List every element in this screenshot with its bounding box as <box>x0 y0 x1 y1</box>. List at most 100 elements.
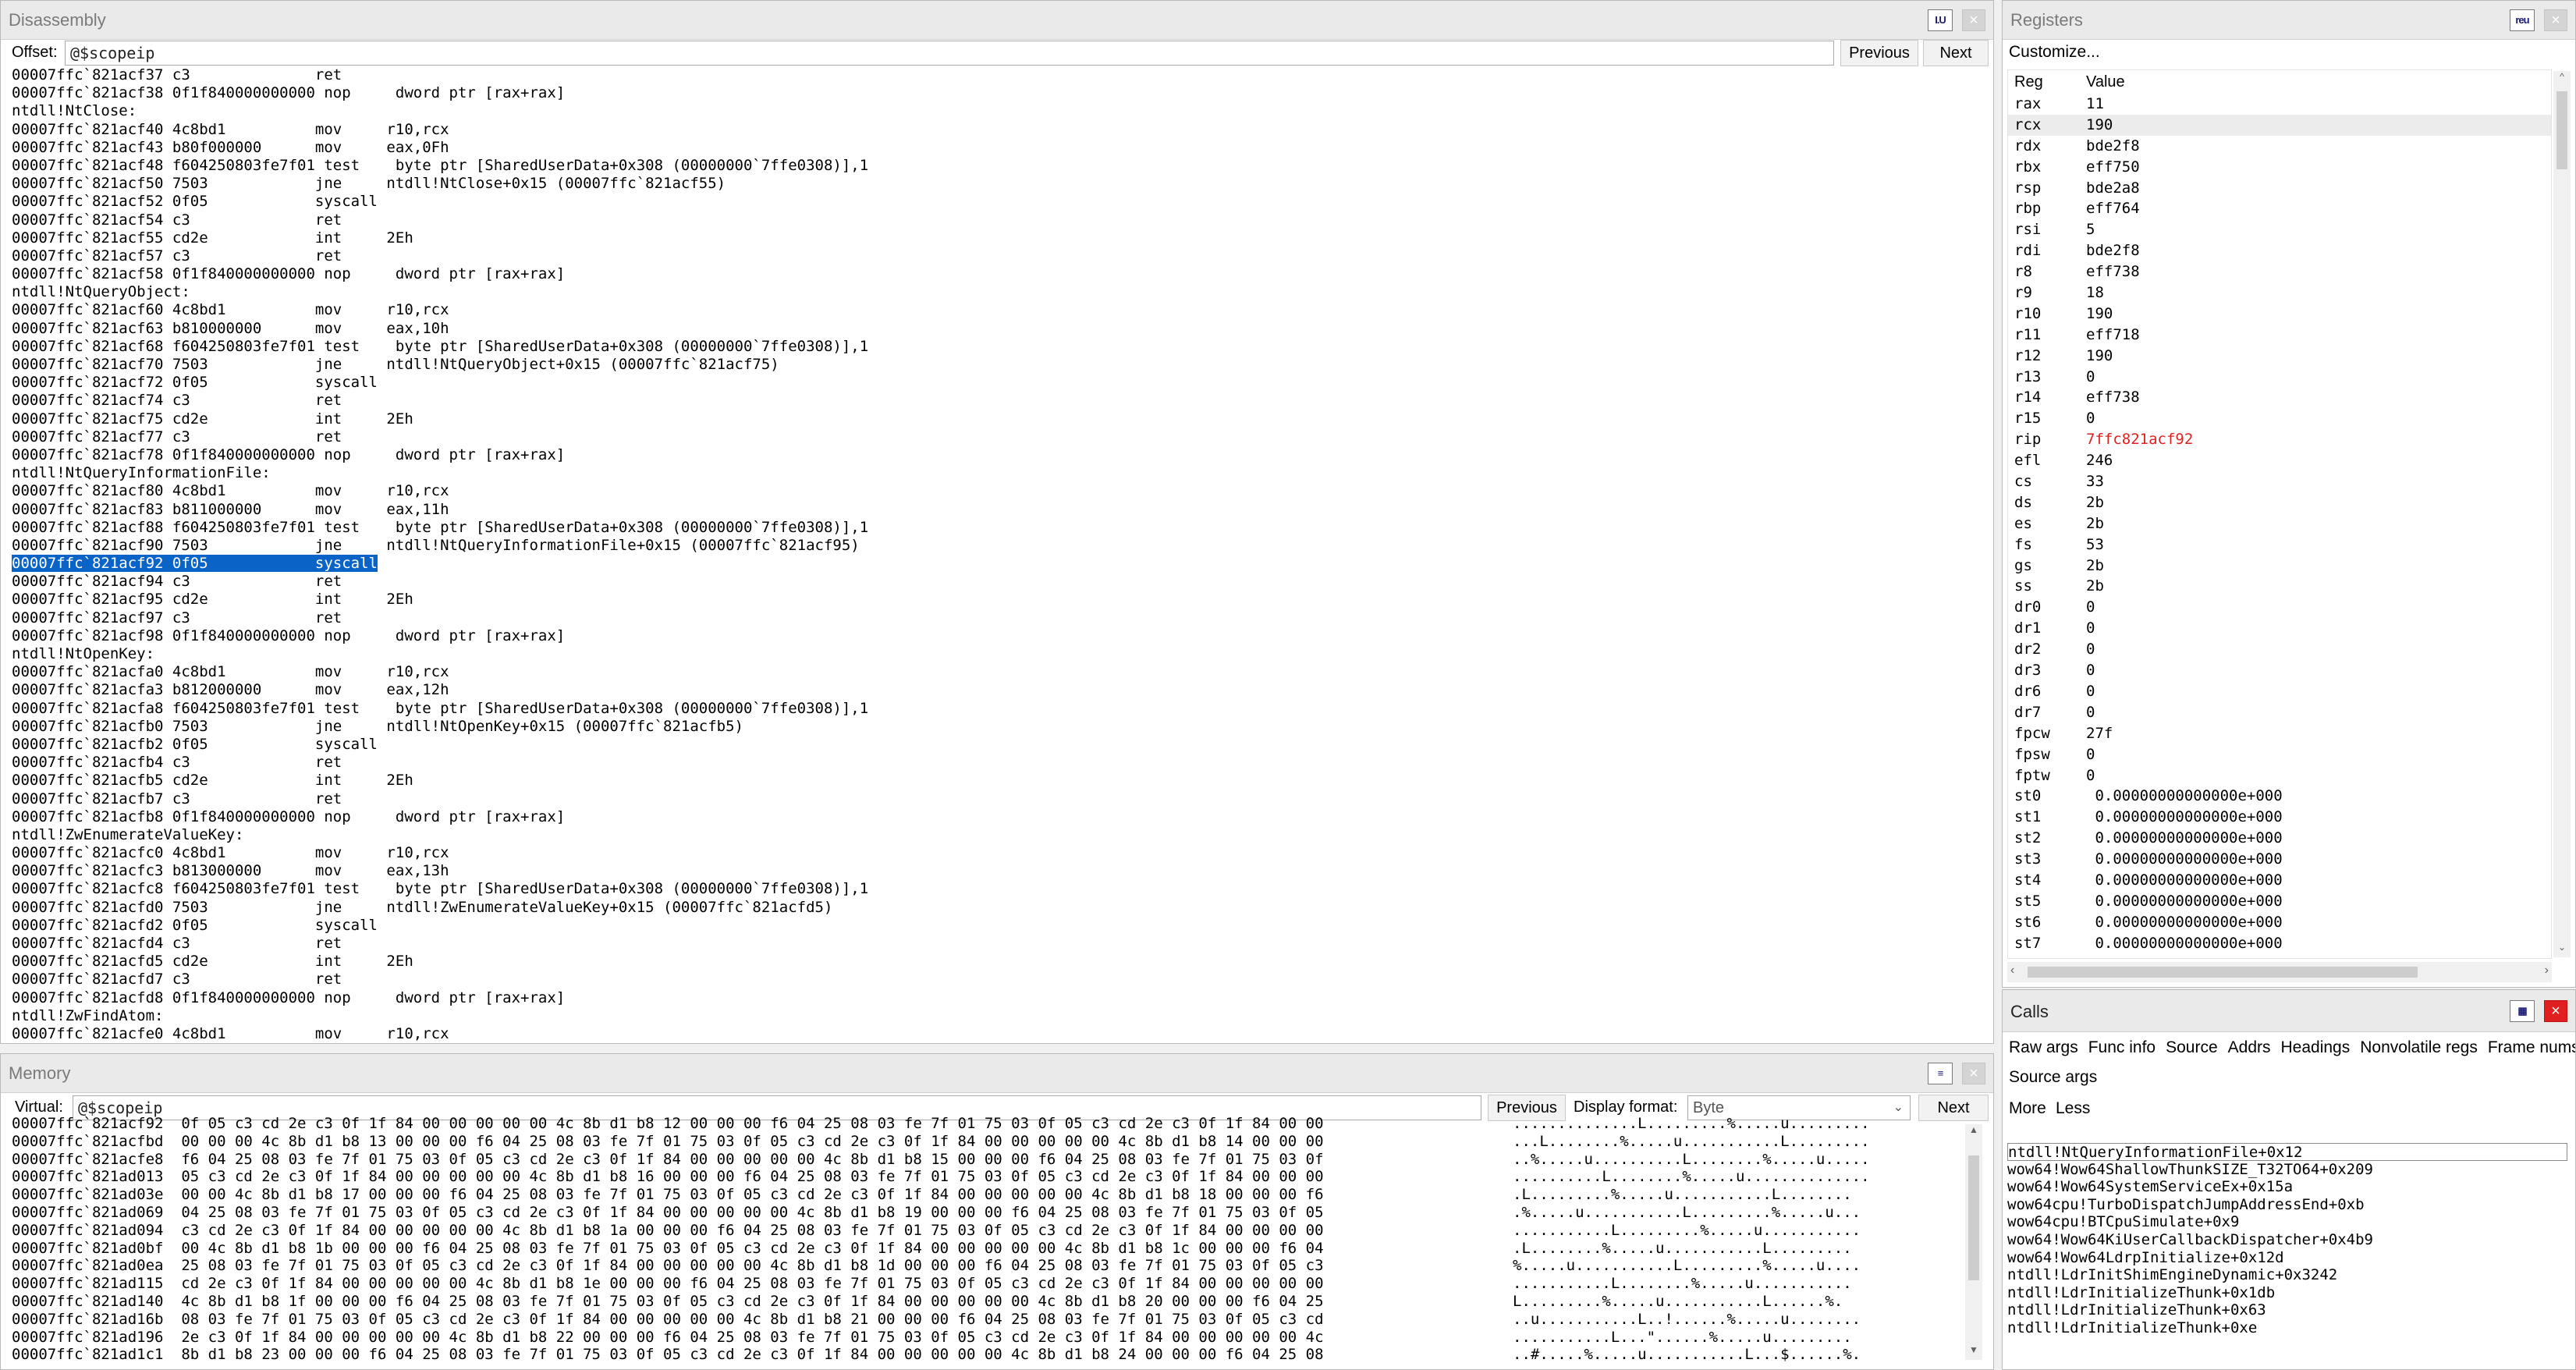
memory-row[interactable]: 00007ffc`821ad140 4c 8b d1 b8 1f 00 00 0… <box>12 1293 1494 1311</box>
register-value[interactable]: 11 <box>2086 94 2104 115</box>
register-value[interactable]: eff718 <box>2086 325 2140 346</box>
disassembly-listing[interactable]: 00007ffc`821acf37 c3 ret 00007ffc`821acf3… <box>12 66 1985 1043</box>
memory-ascii-row[interactable]: .L........%.....u...........L......... <box>1513 1240 1950 1258</box>
memory-scroll-thumb[interactable] <box>1968 1155 1979 1280</box>
symbol-label[interactable]: ntdll!NtOpenKey: <box>12 645 1985 663</box>
disassembly-line[interactable]: 00007ffc`821acf58 0f1f840000000000 nop d… <box>12 265 1985 283</box>
calls-option-addrs[interactable]: Addrs <box>2228 1038 2271 1056</box>
disassembly-line[interactable]: 00007ffc`821acfd4 c3 ret <box>12 935 1985 953</box>
register-row-dr2[interactable]: dr2 0 <box>2008 639 2551 660</box>
register-value[interactable]: 53 <box>2086 534 2104 555</box>
disassembly-line[interactable]: 00007ffc`821acf98 0f1f840000000000 nop d… <box>12 627 1985 645</box>
scroll-left-icon[interactable]: ‹ <box>2010 964 2014 978</box>
register-row-fptw[interactable]: fptw 0 <box>2008 765 2551 786</box>
call-stack-frame[interactable]: wow64!Wow64LdrpInitialize+0x12d <box>2007 1249 2567 1267</box>
register-value[interactable]: 0 <box>2086 367 2095 388</box>
disassembly-line[interactable]: 00007ffc`821acfb0 7503 jne ntdll!NtOpenK… <box>12 718 1985 736</box>
register-value[interactable]: 0 <box>2086 408 2095 429</box>
customize-link[interactable]: Customize... <box>2009 43 2100 62</box>
col-value-header[interactable]: Value <box>2086 73 2125 91</box>
register-value[interactable]: 7ffc821acf92 <box>2086 429 2193 450</box>
memory-ascii-row[interactable]: ...........L.........%.....u........... <box>1513 1222 1950 1240</box>
call-stack-frame[interactable]: wow64cpu!TurboDispatchJumpAddressEnd+0xb <box>2007 1196 2567 1214</box>
register-value[interactable]: 0 <box>2086 765 2095 786</box>
register-row-ss[interactable]: ss 2b <box>2008 576 2551 597</box>
register-value[interactable]: 0.00000000000000e+000 <box>2086 786 2282 807</box>
register-value[interactable]: bde2f8 <box>2086 240 2140 261</box>
memory-ascii-row[interactable]: L.........%.....u...........L......%. <box>1513 1293 1950 1311</box>
previous-button[interactable]: Previous <box>1840 40 1918 66</box>
disassembly-line[interactable]: 00007ffc`821acfc3 b813000000 mov eax,13h <box>12 862 1985 880</box>
memory-row[interactable]: 00007ffc`821ad094 c3 cd 2e c3 0f 1f 84 0… <box>12 1222 1494 1240</box>
more-option[interactable]: More <box>2009 1099 2046 1118</box>
disassembly-line[interactable]: 00007ffc`821acf63 b810000000 mov eax,10h <box>12 320 1985 338</box>
register-row-st2[interactable]: st2 0.00000000000000e+000 <box>2008 828 2551 849</box>
register-value[interactable]: 33 <box>2086 471 2104 492</box>
memory-row[interactable]: 00007ffc`821ad196 2e c3 0f 1f 84 00 00 0… <box>12 1329 1494 1347</box>
memory-ascii-row[interactable]: ...........L........%.....u........... <box>1513 1275 1950 1293</box>
memory-ascii-view[interactable]: ..............L.........%.....u.........… <box>1513 1115 1950 1369</box>
memory-ascii-row[interactable]: ..............L.........%.....u......... <box>1513 1115 1950 1133</box>
register-row-st3[interactable]: st3 0.00000000000000e+000 <box>2008 849 2551 870</box>
memory-ascii-row[interactable]: %.....u...........L.........%.....u.... <box>1513 1257 1950 1275</box>
register-row-rcx[interactable]: rcx 190 <box>2008 114 2551 136</box>
memory-scrollbar[interactable]: ▲ ▼ <box>1965 1124 1982 1360</box>
disassembly-line[interactable]: 00007ffc`821acf55 cd2e int 2Eh <box>12 229 1985 247</box>
calls-option-frame-nums[interactable]: Frame nums <box>2488 1038 2575 1056</box>
memory-row[interactable]: 00007ffc`821ad069 04 25 08 03 fe 7f 01 7… <box>12 1204 1494 1222</box>
register-row-rsi[interactable]: rsi 5 <box>2008 219 2551 240</box>
memory-row[interactable]: 00007ffc`821ad1c1 8b d1 b8 23 00 00 00 f… <box>12 1346 1494 1364</box>
disassembly-line[interactable]: 00007ffc`821acfb2 0f05 syscall <box>12 736 1985 754</box>
disassembly-line[interactable]: 00007ffc`821acfd7 c3 ret <box>12 971 1985 988</box>
close-icon[interactable]: × <box>1962 1063 1985 1084</box>
register-value[interactable]: 190 <box>2086 303 2113 325</box>
memory-ascii-row[interactable]: .L.........%.....u...........L........ <box>1513 1186 1950 1204</box>
registers-hscroll-thumb[interactable] <box>2028 967 2418 978</box>
register-value[interactable]: 0 <box>2086 744 2095 765</box>
disassembly-line[interactable]: 00007ffc`821acf77 c3 ret <box>12 428 1985 446</box>
call-stack-frame[interactable]: ntdll!LdrInitializeThunk+0x1db <box>2007 1284 2567 1302</box>
register-row-fs[interactable]: fs 53 <box>2008 534 2551 555</box>
disassembly-line[interactable]: 00007ffc`821acf74 c3 ret <box>12 392 1985 410</box>
registers-scrollbar[interactable]: ^ ⌄ <box>2553 71 2571 957</box>
disassembly-line[interactable]: 00007ffc`821acfa8 f604250803fe7f01 test … <box>12 700 1985 718</box>
disassembly-line[interactable]: 00007ffc`821acfc0 4c8bd1 mov r10,rcx <box>12 844 1985 862</box>
register-row-dr3[interactable]: dr3 0 <box>2008 660 2551 681</box>
memory-row[interactable]: 00007ffc`821ad0ea 25 08 03 fe 7f 01 75 0… <box>12 1257 1494 1275</box>
scroll-up-icon[interactable]: ^ <box>2553 71 2571 87</box>
register-value[interactable]: 0 <box>2086 618 2095 639</box>
disassembly-line[interactable]: 00007ffc`821acf43 b80f000000 mov eax,0Fh <box>12 139 1985 157</box>
register-row-es[interactable]: es 2b <box>2008 513 2551 534</box>
register-row-ds[interactable]: ds 2b <box>2008 492 2551 513</box>
register-value[interactable]: eff764 <box>2086 198 2140 219</box>
memory-ascii-row[interactable]: ..%.....u..........L........%.....u..... <box>1513 1151 1950 1169</box>
close-icon[interactable]: × <box>2544 9 2567 31</box>
register-row-dr1[interactable]: dr1 0 <box>2008 618 2551 639</box>
memory-ascii-row[interactable]: ..u...........L..!......%.....u........ <box>1513 1311 1950 1329</box>
disassembly-line[interactable]: 00007ffc`821acfd2 0f05 syscall <box>12 917 1985 935</box>
disassembly-line[interactable]: 00007ffc`821acfd5 cd2e int 2Eh <box>12 953 1985 971</box>
register-row-r8[interactable]: r8 eff738 <box>2008 261 2551 282</box>
register-value[interactable]: bde2f8 <box>2086 136 2140 157</box>
disassembly-line[interactable]: 00007ffc`821acf94 c3 ret <box>12 573 1985 591</box>
calls-option-nonvolatile-regs[interactable]: Nonvolatile regs <box>2360 1038 2478 1056</box>
register-row-rbp[interactable]: rbp eff764 <box>2008 198 2551 219</box>
register-value[interactable]: 27f <box>2086 723 2113 744</box>
disassembly-line[interactable]: 00007ffc`821acfd0 7503 jne ntdll!ZwEnume… <box>12 899 1985 917</box>
disassembly-line[interactable]: 00007ffc`821acf72 0f05 syscall <box>12 374 1985 392</box>
register-value[interactable]: 18 <box>2086 282 2104 303</box>
disassembly-line[interactable]: 00007ffc`821acf97 c3 ret <box>12 609 1985 627</box>
symbol-label[interactable]: ntdll!ZwFindAtom: <box>12 1007 1985 1025</box>
register-row-rsp[interactable]: rsp bde2a8 <box>2008 178 2551 199</box>
close-icon[interactable]: × <box>2544 1000 2567 1022</box>
disassembly-line[interactable]: 00007ffc`821acf88 f604250803fe7f01 test … <box>12 519 1985 537</box>
scroll-down-icon[interactable]: ⌄ <box>2553 942 2571 957</box>
memory-row[interactable]: 00007ffc`821acfbd 00 00 00 4c 8b d1 b8 1… <box>12 1133 1494 1151</box>
register-value[interactable]: 2b <box>2086 576 2104 597</box>
register-value[interactable]: 0.00000000000000e+000 <box>2086 933 2282 954</box>
calls-option-func-info[interactable]: Func info <box>2088 1038 2156 1056</box>
disassembly-line[interactable]: 00007ffc`821acf92 0f05 syscall <box>12 555 1985 573</box>
calls-option-headings[interactable]: Headings <box>2281 1038 2351 1056</box>
register-row-st6[interactable]: st6 0.00000000000000e+000 <box>2008 912 2551 933</box>
current-instruction-highlight[interactable]: 00007ffc`821acf92 0f05 syscall <box>12 555 378 573</box>
